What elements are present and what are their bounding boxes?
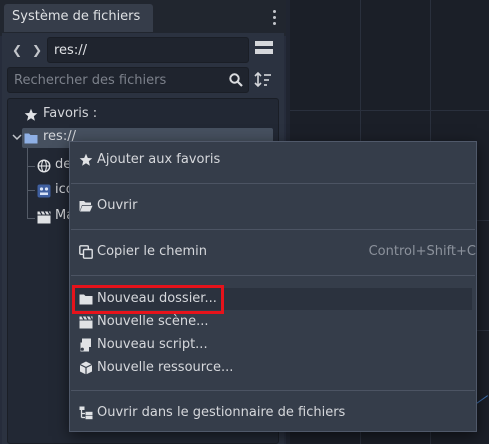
globe-icon	[37, 159, 51, 173]
image-icon	[37, 184, 51, 198]
menu-item-new-scene[interactable]: Nouvelle scène...	[74, 311, 472, 333]
path-field[interactable]: res://	[47, 37, 249, 63]
tree-guide-line	[27, 148, 28, 219]
menu-item-open[interactable]: Ouvrir	[74, 195, 472, 217]
clapperboard-icon	[79, 316, 93, 329]
menu-item-label: Ouvrir	[97, 198, 138, 213]
back-arrow-icon[interactable]: ❮	[10, 43, 24, 57]
sort-icon[interactable]	[254, 71, 272, 89]
script-icon	[80, 338, 91, 352]
menu-separator	[71, 229, 475, 230]
menu-item-copy-path[interactable]: Copier le chemin Control+Shift+C	[74, 241, 476, 263]
clapperboard-icon	[37, 211, 51, 224]
menu-item-label: Nouvelle scène...	[97, 314, 209, 329]
menu-item-label: Ouvrir dans le gestionnaire de fichiers	[97, 405, 346, 420]
star-icon	[24, 108, 38, 121]
search-icon[interactable]	[228, 72, 244, 88]
grid-line	[290, 110, 489, 111]
menu-item-label: Ajouter aux favoris	[97, 152, 221, 167]
context-menu: Ajouter aux favoris Ouvrir Copier le che…	[69, 141, 477, 432]
tree-guide-line	[27, 190, 35, 191]
menu-item-new-resource[interactable]: Nouvelle ressource...	[74, 357, 472, 379]
menu-item-new-script[interactable]: Nouveau script...	[74, 334, 472, 356]
menu-separator	[71, 390, 475, 391]
menu-separator	[71, 275, 475, 276]
tree-guide-line	[27, 218, 35, 219]
menu-item-label: Copier le chemin	[97, 244, 208, 259]
file-search-input[interactable]: Rechercher des fichiers	[7, 67, 249, 93]
menu-item-add-favorite[interactable]: Ajouter aux favoris	[74, 149, 472, 171]
dock-header: Système de fichiers	[0, 0, 286, 36]
folder-icon	[24, 133, 38, 144]
menu-item-shortcut: Control+Shift+C	[368, 244, 476, 259]
filesystem-icon	[79, 406, 93, 420]
menu-item-open-in-file-manager[interactable]: Ouvrir dans le gestionnaire de fichiers	[74, 402, 472, 424]
tree-favorites-label: Favoris :	[43, 106, 98, 121]
split-layout-icon[interactable]	[255, 41, 273, 59]
annotation-highlight-box	[72, 285, 224, 314]
star-icon	[79, 153, 93, 166]
forward-arrow-icon[interactable]: ❯	[30, 43, 44, 57]
copy-icon	[79, 245, 93, 259]
dock-tab-filesystem[interactable]: Système de fichiers	[4, 4, 153, 32]
menu-item-label: Nouveau script...	[97, 337, 208, 352]
resource-cube-icon	[79, 361, 93, 375]
folder-open-icon	[79, 201, 93, 212]
chevron-down-icon[interactable]	[12, 132, 22, 142]
tree-favorites[interactable]: Favoris :	[24, 105, 264, 125]
menu-separator	[71, 183, 475, 184]
dock-options-kebab-icon[interactable]	[270, 10, 278, 28]
menu-item-label: Nouvelle ressource...	[97, 360, 234, 375]
tree-guide-line	[27, 166, 35, 167]
